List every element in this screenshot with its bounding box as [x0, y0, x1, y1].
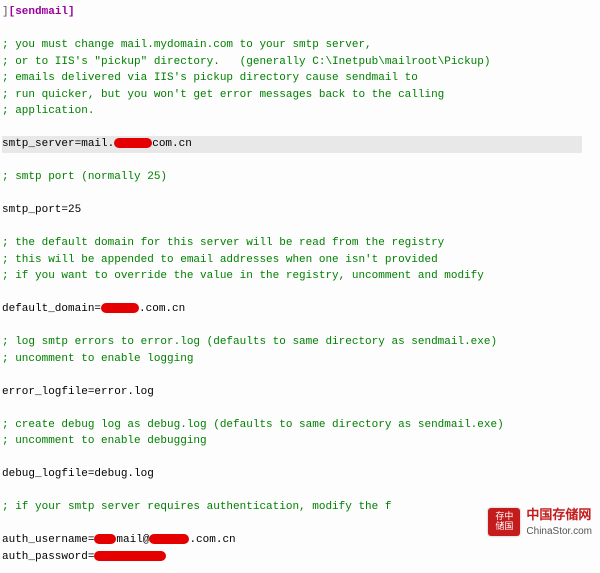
section-header: [sendmail] — [9, 6, 75, 18]
default-domain-suffix: .com.cn — [139, 303, 185, 315]
auth-username-setting: auth_username= — [2, 534, 94, 546]
comment-line: ; if your smtp server requires authentic… — [2, 501, 391, 513]
comment-line: ; application. — [2, 105, 94, 117]
auth-username-mid: mail@ — [116, 534, 149, 546]
comment-line: ; this will be appended to email address… — [2, 254, 438, 266]
redaction — [149, 534, 189, 544]
comment-line: ; the default domain for this server wil… — [2, 237, 444, 249]
bracket-open: ] — [2, 6, 9, 18]
redaction — [94, 534, 116, 544]
smtp-server-setting: smtp_server=mail. — [2, 138, 114, 150]
error-logfile-setting: error_logfile=error.log — [2, 386, 154, 398]
redaction — [94, 551, 166, 561]
comment-line: ; if you want to override the value in t… — [2, 270, 484, 282]
comment-line: ; run quicker, but you won't get error m… — [2, 89, 444, 101]
comment-line: ; smtp port (normally 25) — [2, 171, 167, 183]
smtp-port-setting: smtp_port=25 — [2, 204, 81, 216]
redaction — [101, 303, 139, 313]
debug-logfile-setting: debug_logfile=debug.log — [2, 468, 154, 480]
comment-line: ; or to IIS's "pickup" directory. (gener… — [2, 56, 490, 68]
comment-line: ; uncomment to enable debugging — [2, 435, 207, 447]
comment-line: ; emails delivered via IIS's pickup dire… — [2, 72, 418, 84]
auth-username-suffix: .com.cn — [189, 534, 235, 546]
comment-line: ; you must change mail.mydomain.com to y… — [2, 39, 372, 51]
auth-password-setting: auth_password= — [2, 551, 94, 563]
comment-line: ; uncomment to enable logging — [2, 353, 193, 365]
redaction — [114, 138, 152, 148]
highlighted-line: smtp_server=mail. com.cn — [2, 136, 582, 153]
smtp-server-suffix: com.cn — [152, 138, 192, 150]
comment-line: ; log smtp errors to error.log (defaults… — [2, 336, 497, 348]
comment-line: ; create debug log as debug.log (default… — [2, 419, 504, 431]
default-domain-setting: default_domain= — [2, 303, 101, 315]
config-file: ][sendmail] ; you must change mail.mydom… — [0, 0, 600, 573]
